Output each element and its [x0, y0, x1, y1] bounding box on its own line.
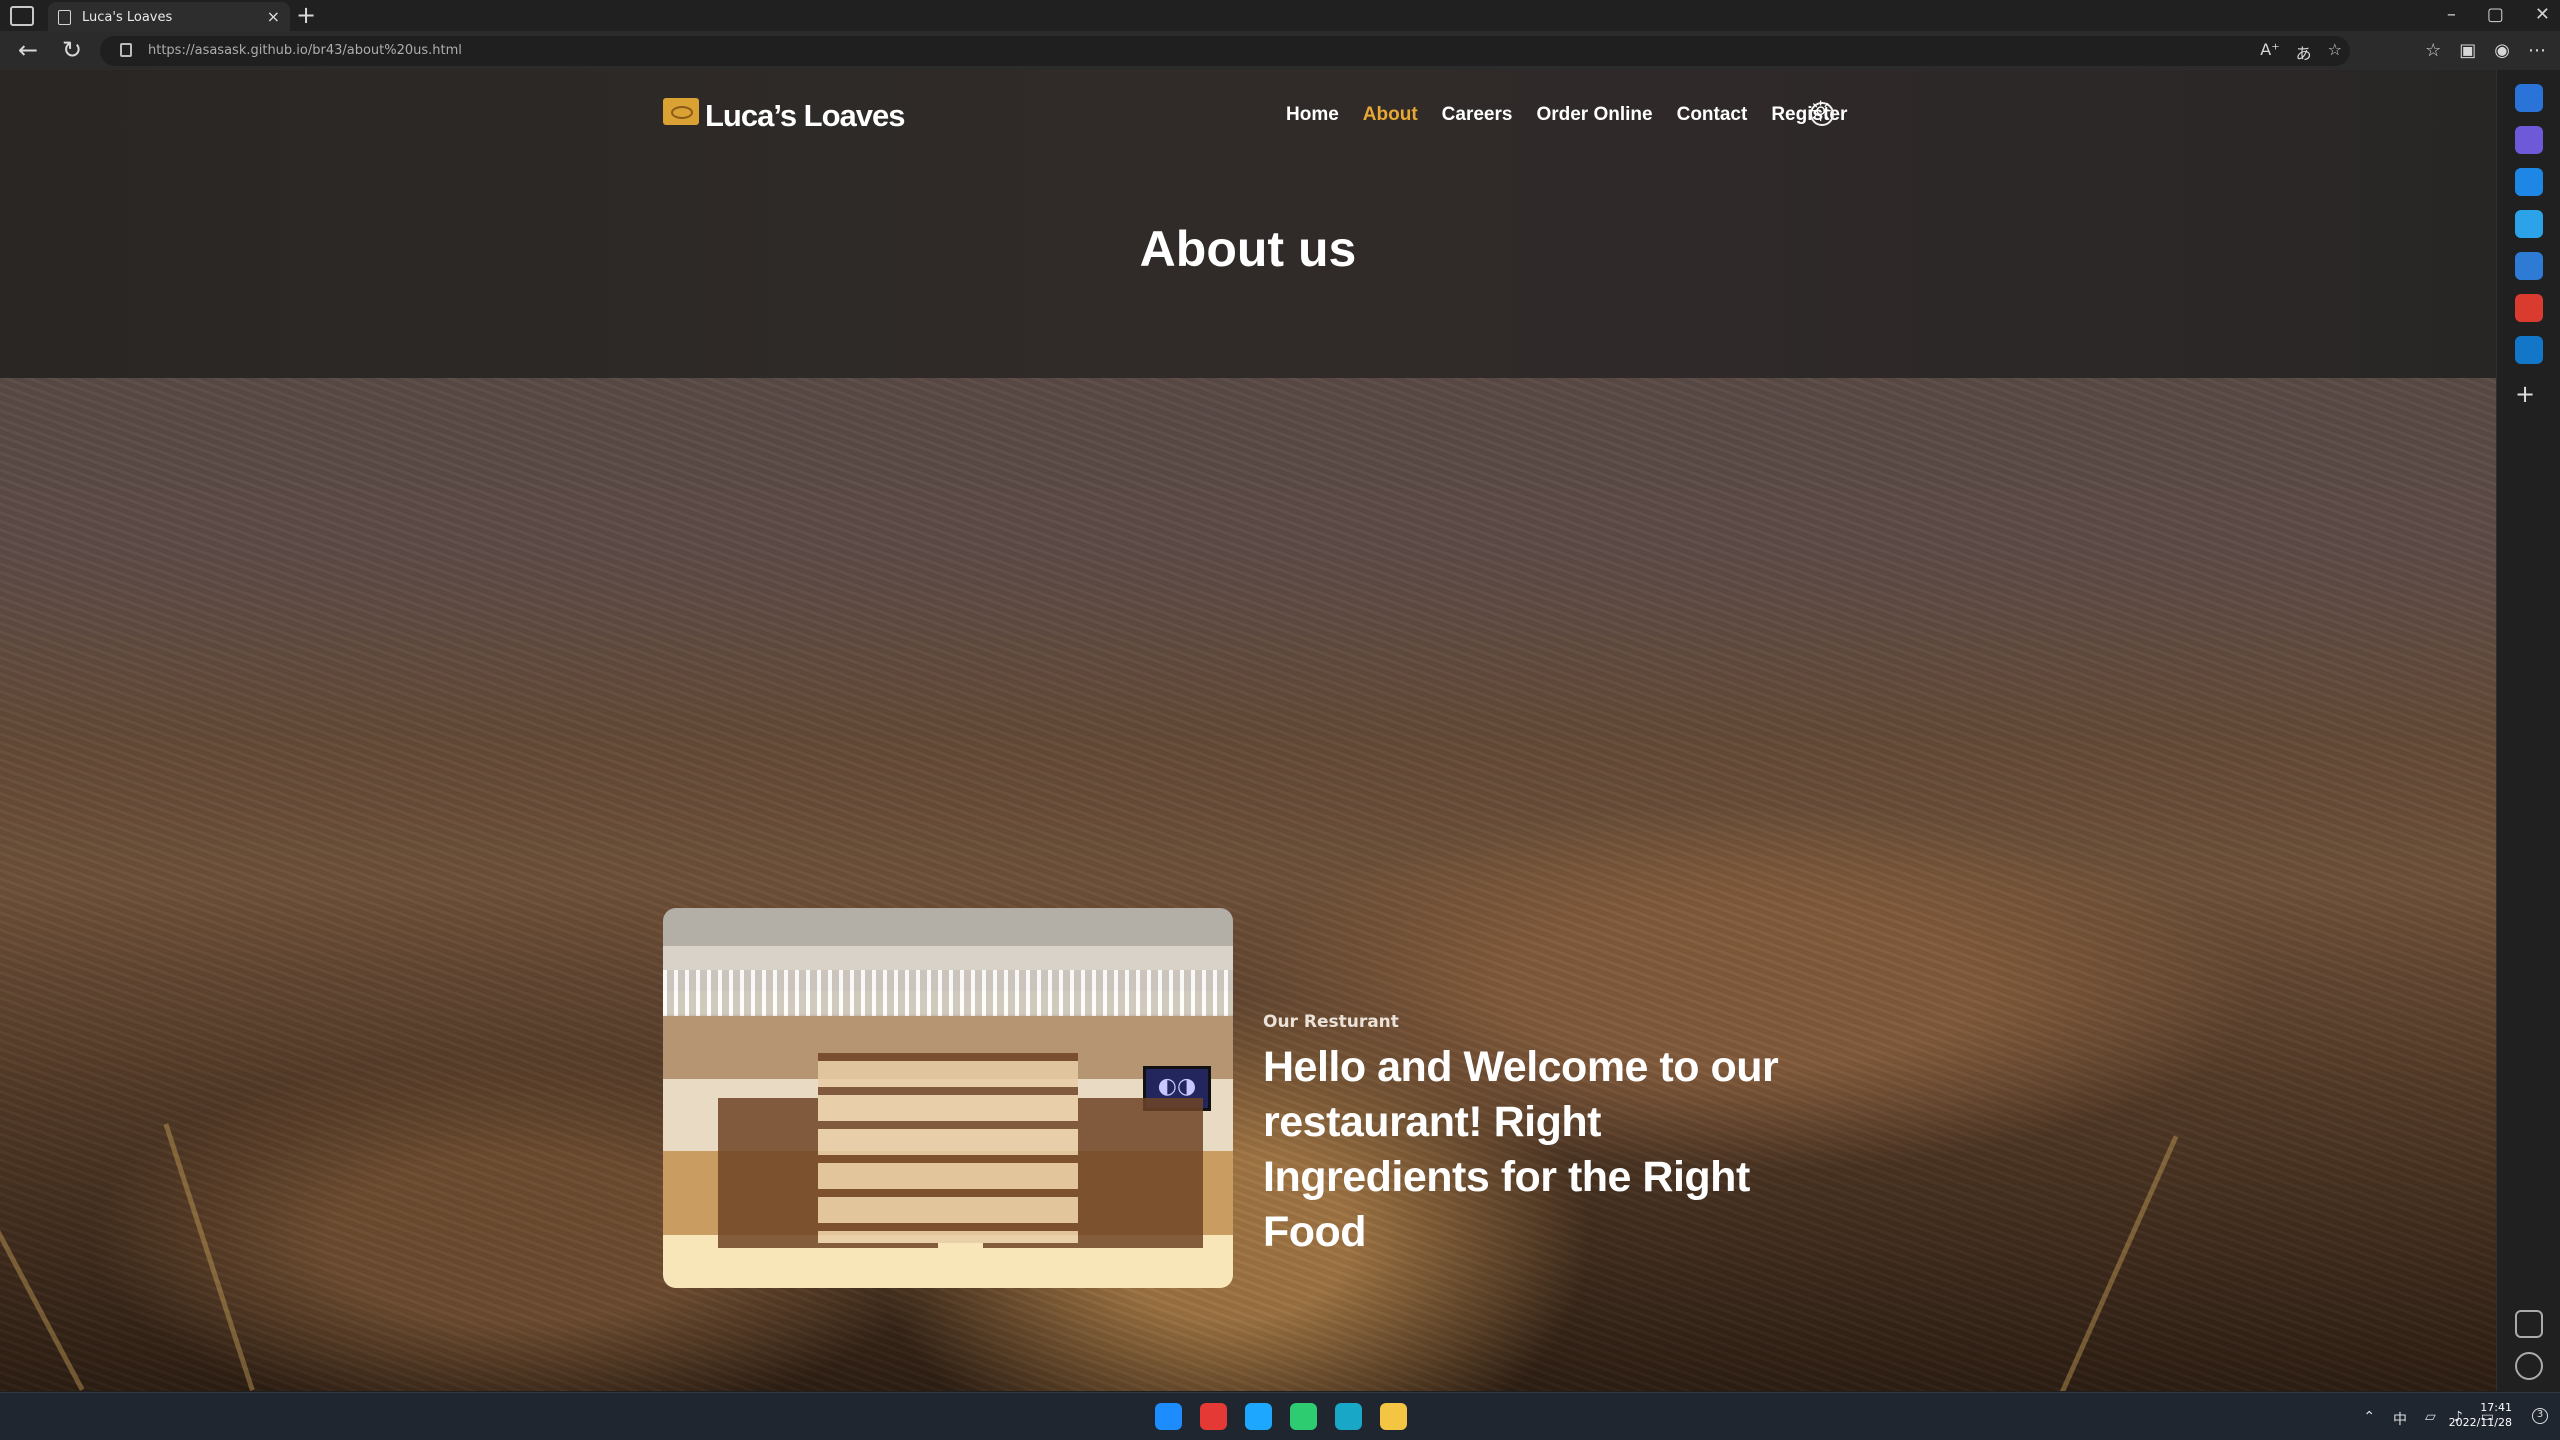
- refresh-button[interactable]: ↻: [58, 38, 86, 66]
- minimize-icon[interactable]: –: [2447, 4, 2456, 25]
- people-icon[interactable]: [2515, 252, 2543, 280]
- profile-icon[interactable]: ◉: [2494, 40, 2510, 61]
- notification-count-badge[interactable]: 3: [2532, 1408, 2548, 1424]
- translate-icon[interactable]: あ: [2296, 40, 2312, 64]
- address-bar-tools: A⁺ あ ☆: [2260, 40, 2342, 64]
- file-explorer-icon[interactable]: [1380, 1403, 1407, 1430]
- main-navigation: Home About Careers Order Online Contact …: [1286, 104, 1847, 126]
- clock-date: 2022/11/28: [2448, 1416, 2512, 1429]
- browser-sidebar: +: [2496, 70, 2560, 1391]
- close-window-icon[interactable]: ✕: [2535, 4, 2550, 25]
- back-button[interactable]: ←: [14, 38, 42, 66]
- system-clock[interactable]: 17:41 2022/11/28: [2449, 1400, 2512, 1430]
- wheat-stalk-image: [163, 1069, 422, 1391]
- browser-address-row: ← ↻ https://asasask.github.io/br43/about…: [0, 32, 2560, 70]
- browser-tab[interactable]: Luca's Loaves ×: [48, 2, 290, 32]
- windows-taskbar: ⌃ 中 ▱ ♪ ▭ 17:41 2022/11/28 3: [0, 1392, 2560, 1440]
- new-tab-button[interactable]: +: [296, 3, 316, 27]
- more-menu-icon[interactable]: ⋯: [2528, 40, 2546, 61]
- favorite-icon[interactable]: ☆: [2328, 40, 2342, 64]
- toolbox-icon[interactable]: [2515, 210, 2543, 238]
- sparkle-icon[interactable]: [2515, 126, 2543, 154]
- bread-logo-icon[interactable]: [663, 98, 699, 125]
- edge-browser-icon[interactable]: [1335, 1403, 1362, 1430]
- address-bar[interactable]: https://asasask.github.io/br43/about%20u…: [100, 36, 2350, 66]
- taskbar-apps: [1155, 1403, 1407, 1430]
- welcome-headline: Hello and Welcome to our restaurant! Rig…: [1263, 1043, 1779, 1256]
- section-eyebrow: Our Resturant: [1263, 1012, 1399, 1032]
- clock-time: 17:41: [2480, 1401, 2512, 1414]
- nav-order-online[interactable]: Order Online: [1536, 104, 1652, 126]
- tab-title: Luca's Loaves: [82, 10, 173, 25]
- site-header: Luca’s Loaves Home About Careers Order O…: [0, 70, 2496, 378]
- chevron-up-icon[interactable]: ⌃: [2363, 1409, 2375, 1429]
- restore-icon[interactable]: ▢: [2487, 4, 2504, 25]
- webpage-viewport: Luca’s Loaves Home About Careers Order O…: [0, 70, 2496, 1391]
- collections-icon[interactable]: ▣: [2459, 40, 2476, 61]
- sidebar-panel-icon[interactable]: [2515, 1310, 2543, 1338]
- browser-tabbar: Luca's Loaves × + – ▢ ✕: [0, 0, 2560, 32]
- lock-icon: [120, 43, 132, 57]
- input-language-indicator[interactable]: 中: [2393, 1409, 2407, 1429]
- browser-toolbar: ☆ ▣ ◉ ⋯: [2425, 40, 2546, 61]
- nav-contact[interactable]: Contact: [1677, 104, 1748, 126]
- window-controls: – ▢ ✕: [2447, 4, 2550, 25]
- outlook-icon[interactable]: [2515, 336, 2543, 364]
- close-tab-icon[interactable]: ×: [267, 7, 280, 26]
- add-sidebar-app-icon[interactable]: +: [2515, 380, 2543, 408]
- nav-careers[interactable]: Careers: [1442, 104, 1513, 126]
- bakery-interior-image: ◐◑: [663, 908, 1233, 1288]
- page-title: About us: [1139, 221, 1357, 277]
- search-app-icon[interactable]: [1245, 1403, 1272, 1430]
- favorites-icon[interactable]: ☆: [2425, 40, 2441, 61]
- settings-icon[interactable]: [2515, 1352, 2543, 1380]
- shopping-tag-icon[interactable]: [2515, 168, 2543, 196]
- search-icon[interactable]: [2515, 84, 2543, 112]
- page-icon: [58, 10, 71, 25]
- nav-home[interactable]: Home: [1286, 104, 1339, 126]
- site-logo-text[interactable]: Luca’s Loaves: [705, 98, 906, 134]
- windows-start-icon[interactable]: [1155, 1403, 1182, 1430]
- office-icon[interactable]: [2515, 294, 2543, 322]
- bakery-display-screen: ◐◑: [1143, 1066, 1211, 1111]
- nav-about[interactable]: About: [1363, 104, 1418, 126]
- tab-actions-icon[interactable]: [10, 6, 34, 26]
- network-icon[interactable]: ▱: [2425, 1409, 2436, 1429]
- url-text[interactable]: https://asasask.github.io/br43/about%20u…: [148, 43, 462, 58]
- about-hero: ◐◑ Our Resturant Hello and Welcome to ou…: [0, 378, 2496, 1391]
- read-aloud-icon[interactable]: A⁺: [2260, 40, 2279, 64]
- wps-office-icon[interactable]: [1200, 1403, 1227, 1430]
- wheat-stalk-image: [2060, 1135, 2339, 1391]
- sun-icon[interactable]: [1808, 95, 1834, 128]
- wechat-icon[interactable]: [1290, 1403, 1317, 1430]
